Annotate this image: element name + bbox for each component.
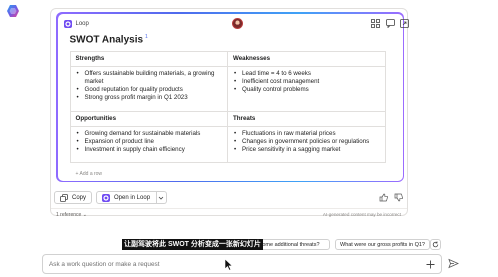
refresh-suggestions-button[interactable]: [430, 239, 441, 250]
loop-app-name: Loop: [75, 20, 89, 27]
threats-cell[interactable]: Fluctuations in raw material prices Chan…: [227, 125, 386, 163]
open-options-dropdown[interactable]: [156, 191, 167, 204]
copy-icon: [60, 193, 68, 202]
loop-component: Loop SWOT Analysis 1 Strengths Weaknesse…: [57, 13, 409, 181]
chevron-down-icon: ⌄: [82, 212, 87, 218]
citation-badge[interactable]: 1: [145, 34, 148, 40]
list-item: Price sensitivity in a sagging market: [233, 146, 380, 154]
opportunities-header: Opportunities: [69, 110, 228, 127]
list-item: Offers sustainable building materials, a…: [76, 70, 223, 86]
compose-box: [42, 254, 442, 274]
share-icon[interactable]: [399, 18, 409, 28]
mouse-cursor-icon: [224, 258, 233, 271]
list-item: Strong gross profit margin in Q1 2023: [76, 94, 223, 102]
divider: [51, 208, 407, 209]
list-item: Lead time = 4 to 6 weeks: [233, 70, 380, 78]
list-item: Fluctuations in raw material prices: [233, 130, 380, 138]
thumb-down-icon[interactable]: [394, 193, 403, 202]
loop-component-frame: Loop SWOT Analysis 1 Strengths Weaknesse…: [56, 12, 409, 182]
list-item: Growing demand for sustainable materials: [76, 130, 223, 138]
list-item: Changes in government policies or regula…: [233, 138, 380, 146]
copilot-response-card: Loop SWOT Analysis 1 Strengths Weaknesse…: [50, 8, 409, 218]
loop-header: Loop: [63, 17, 409, 30]
copy-label: Copy: [72, 194, 87, 201]
plus-icon[interactable]: [425, 259, 436, 270]
copy-button[interactable]: Copy: [54, 191, 93, 204]
swot-table: Strengths Weaknesses Offers sustainable …: [69, 50, 386, 163]
list-item: Inefficient cost management: [233, 78, 380, 86]
add-row-button[interactable]: + Add a row: [76, 171, 103, 177]
threats-header: Threats: [227, 110, 386, 127]
send-icon[interactable]: [448, 258, 459, 269]
open-in-loop-label: Open in Loop: [114, 194, 151, 201]
suggestion-chip[interactable]: What were our gross profits in Q1?: [335, 239, 430, 250]
swot-title: SWOT Analysis 1: [70, 34, 148, 45]
reference-label: 1 reference: [56, 212, 82, 218]
loop-logo-icon: [63, 19, 72, 28]
weaknesses-header: Weaknesses: [227, 50, 386, 67]
video-subtitle: 让副驾驶将此 SWOT 分析变成一张新幻灯片: [122, 239, 263, 250]
apps-grid-icon[interactable]: [370, 18, 380, 28]
open-in-loop-button[interactable]: Open in Loop: [96, 191, 157, 204]
thumb-up-icon[interactable]: [379, 193, 388, 202]
ai-disclaimer: AI-generated content may be incorrect: [322, 212, 401, 217]
list-item: Good reputation for quality products: [76, 86, 223, 94]
loop-logo-icon: [102, 193, 110, 202]
swot-title-text: SWOT Analysis: [69, 33, 144, 45]
weaknesses-cell[interactable]: Lead time = 4 to 6 weeks Inefficient cos…: [227, 65, 386, 112]
copilot-logo-icon: [7, 5, 19, 17]
list-item: Expansion of product line: [76, 138, 223, 146]
strengths-cell[interactable]: Offers sustainable building materials, a…: [69, 65, 228, 112]
list-item: Quality control problems: [233, 86, 380, 94]
chat-input[interactable]: [49, 259, 349, 270]
avatar[interactable]: [231, 17, 243, 29]
comment-icon[interactable]: [385, 18, 395, 28]
opportunities-cell[interactable]: Growing demand for sustainable materials…: [69, 125, 228, 163]
chevron-down-icon: [158, 196, 164, 200]
strengths-header: Strengths: [69, 50, 228, 67]
list-item: Investment in supply chain efficiency: [76, 146, 223, 154]
reference-toggle[interactable]: 1 reference ⌄: [56, 212, 87, 218]
refresh-icon: [432, 241, 439, 248]
